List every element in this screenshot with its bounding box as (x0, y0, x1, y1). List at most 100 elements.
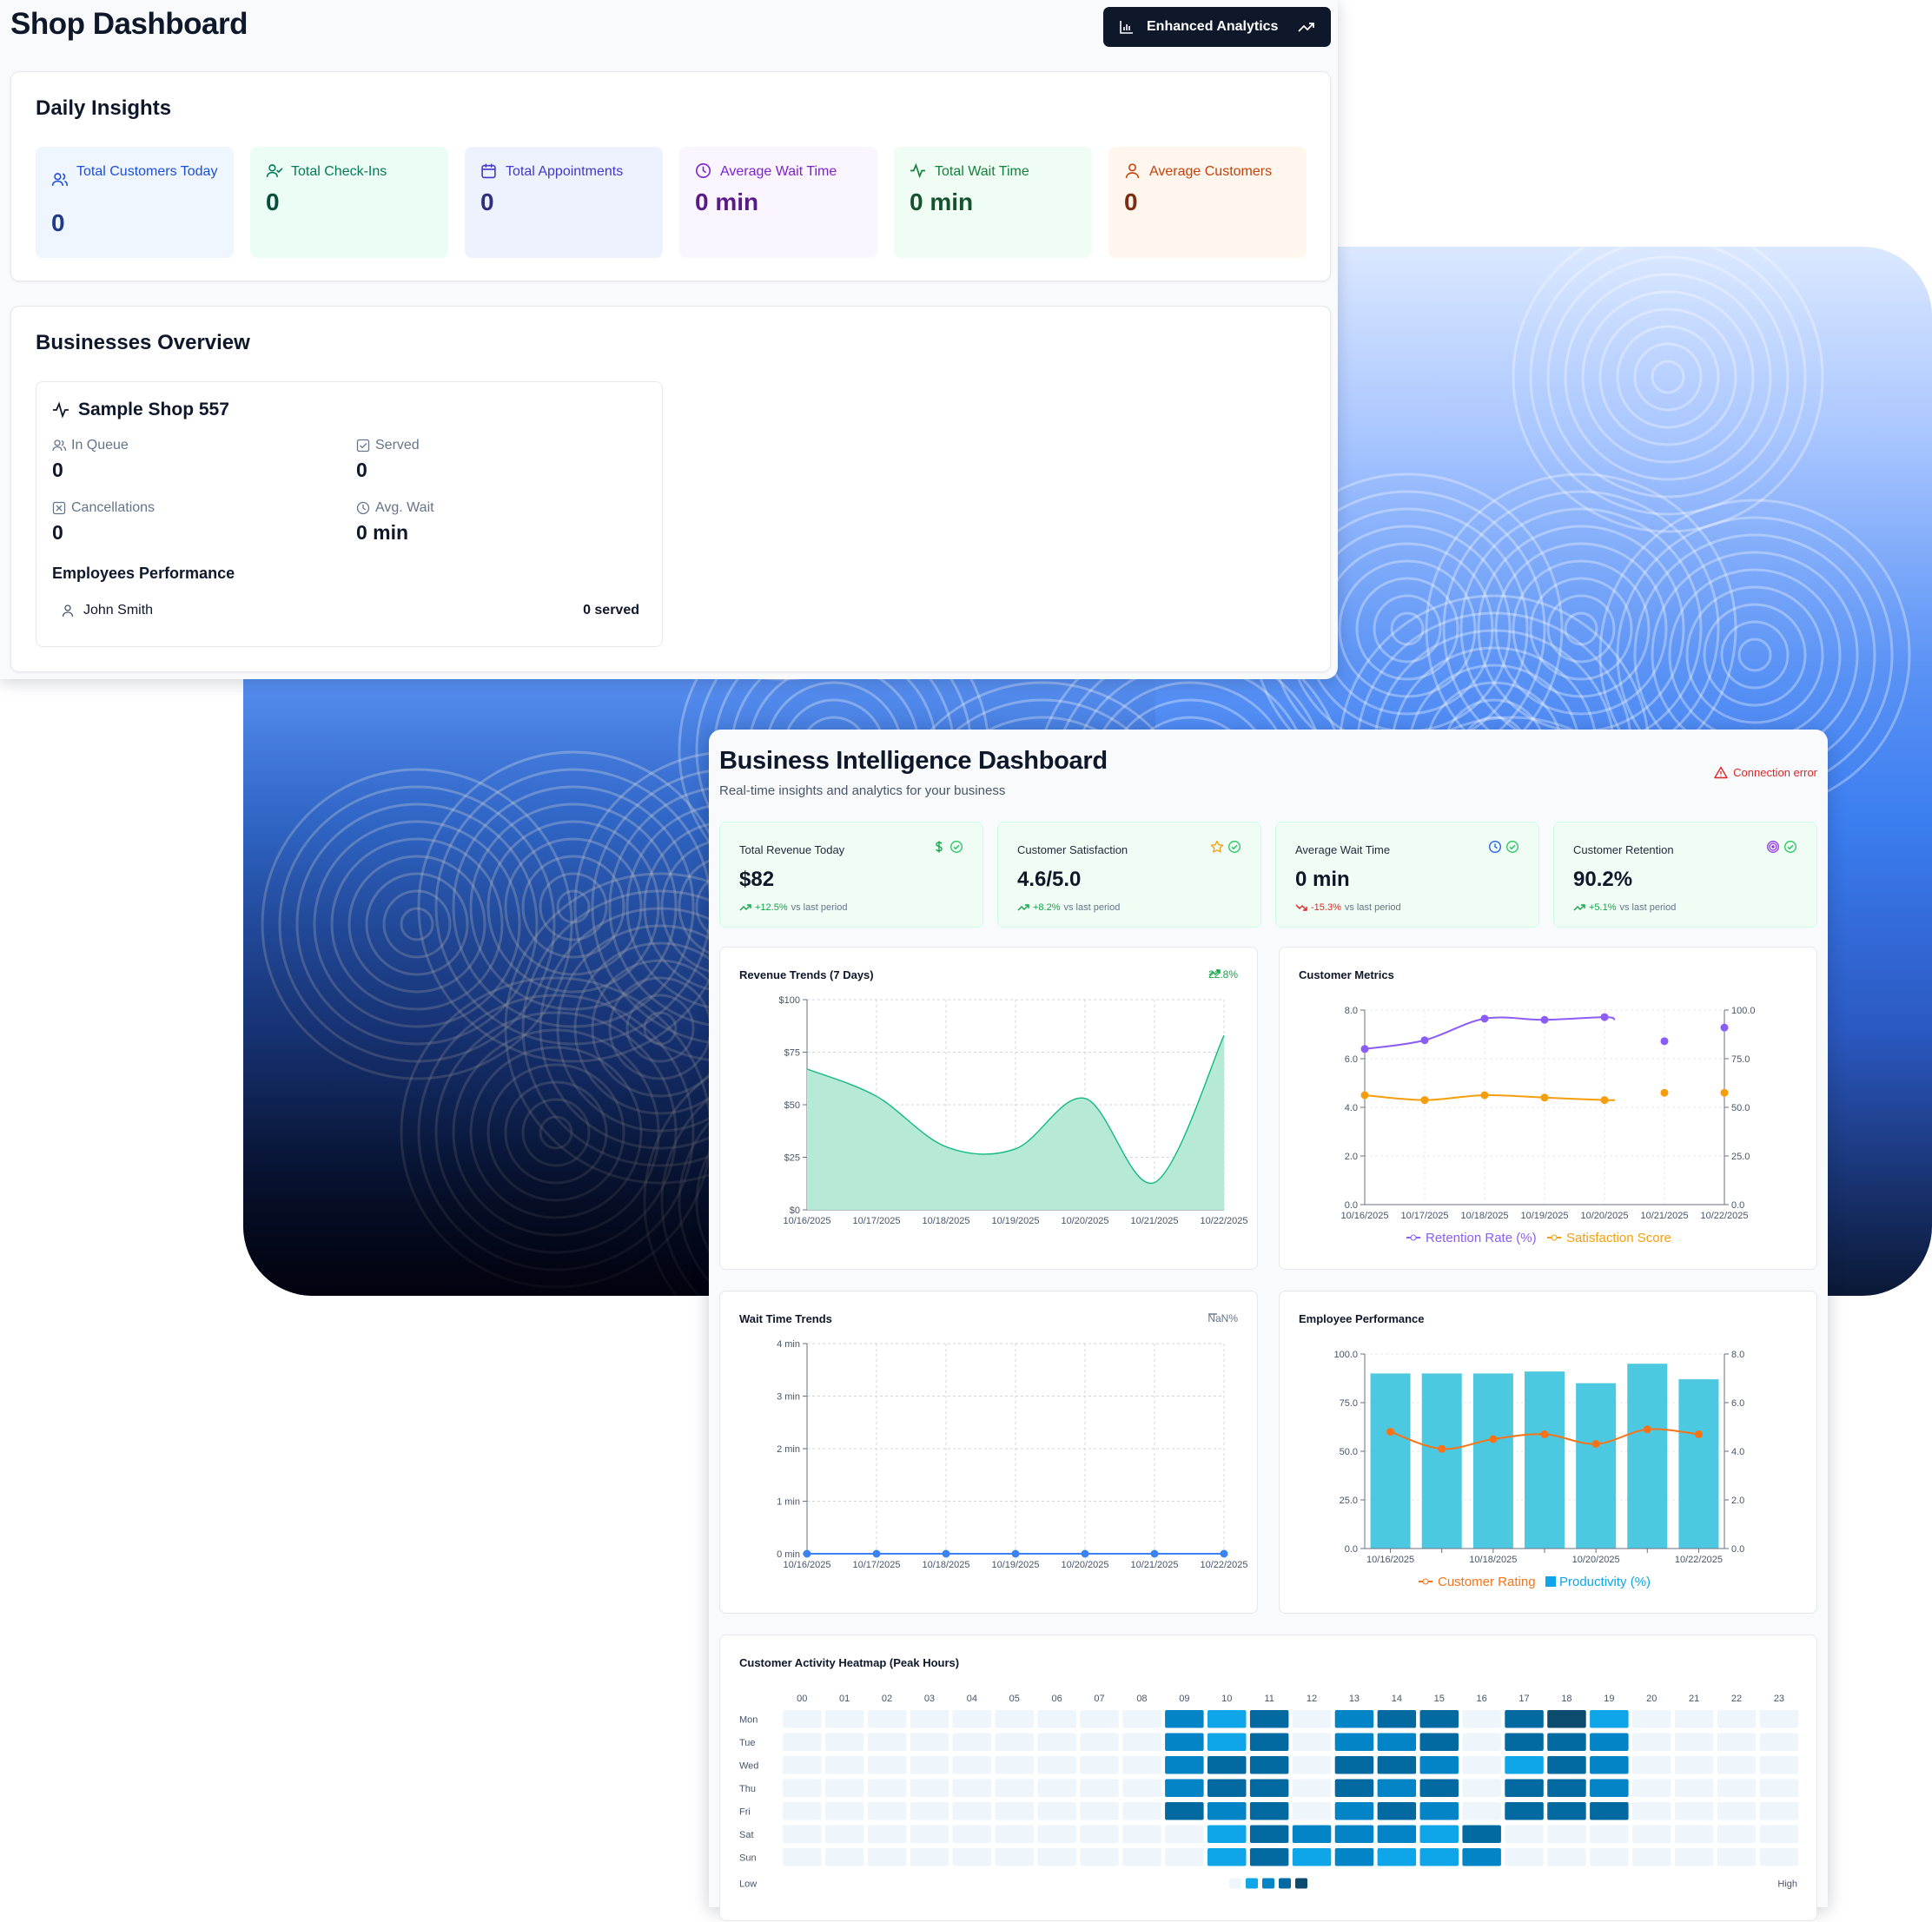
heatmap-cell (1122, 1802, 1161, 1820)
heatmap-column-label: 12 (1307, 1694, 1317, 1704)
heatmap-cell (867, 1756, 907, 1774)
heatmap-cell (1419, 1779, 1459, 1797)
employee-row: John Smith (61, 603, 153, 618)
stat-card-header: Total Customers Today (51, 162, 218, 188)
heatmap-cell (1122, 1710, 1161, 1728)
heatmap-cell (1377, 1825, 1417, 1843)
heatmap-cell (1377, 1733, 1417, 1751)
productivity-bar (1576, 1383, 1617, 1549)
kpi-icons (1766, 840, 1797, 854)
series-point (1720, 1088, 1729, 1097)
trending-up-icon (739, 904, 751, 911)
shop-card[interactable]: Sample Shop 557 In Queue 0 Served 0 Canc… (36, 381, 663, 647)
heatmap-cell (1462, 1779, 1501, 1797)
y-left-tick-label: 4.0 (1345, 1103, 1358, 1113)
avg-wait-text: Avg. Wait (375, 500, 434, 515)
legend: Customer Rating Productivity (%) (1419, 1575, 1651, 1589)
wait-point (1011, 1549, 1020, 1558)
heatmap-cell (1759, 1710, 1799, 1728)
series-point (1540, 1093, 1549, 1102)
heatmap-column-label: 16 (1477, 1694, 1487, 1704)
series-point (1360, 1045, 1369, 1053)
heatmap-cell (783, 1733, 822, 1751)
x-tick-label: 10/20/2025 (1580, 1211, 1628, 1221)
x-tick-label: 10/18/2025 (1460, 1211, 1508, 1221)
stat-card-header: Average Customers (1124, 162, 1291, 182)
heatmap-column-label: 09 (1179, 1694, 1189, 1704)
heatmap-cell (952, 1848, 992, 1866)
wait-point (1220, 1549, 1228, 1558)
heatmap-cell (952, 1733, 992, 1751)
heatmap-cell (910, 1825, 949, 1843)
heatmap-cell (1165, 1802, 1204, 1820)
wait-point (942, 1549, 950, 1558)
rating-point (1643, 1425, 1651, 1434)
x-tick-label: 10/17/2025 (852, 1216, 900, 1226)
heatmap-cell (1334, 1802, 1374, 1820)
heatmap-high-label: High (1777, 1879, 1797, 1890)
trending-up-icon (1573, 904, 1585, 911)
kpi-change-suffix: vs last period (1619, 902, 1677, 913)
cancellations-label: Cancellations (52, 500, 155, 516)
enhanced-analytics-button[interactable]: Enhanced Analytics (1103, 7, 1331, 47)
heatmap-cell (1334, 1848, 1374, 1866)
heatmap-cell (995, 1733, 1034, 1751)
heatmap-cell (783, 1779, 822, 1797)
heatmap-cell (1080, 1825, 1119, 1843)
heatmap-cell (867, 1710, 907, 1728)
heatmap-cell (1208, 1733, 1247, 1751)
heatmap-cell (1632, 1848, 1671, 1866)
heatmap-cell (1419, 1756, 1459, 1774)
heatmap-cell (1717, 1756, 1757, 1774)
heatmap-cell (1334, 1733, 1374, 1751)
served-value: 0 (356, 459, 367, 481)
heatmap-column-label: 11 (1264, 1694, 1274, 1704)
y-left-tick-label: 0.0 (1345, 1200, 1358, 1211)
stat-card-0: Total Customers Today 0 (36, 147, 234, 258)
heatmap-cell (1505, 1825, 1544, 1843)
heatmap-cell (1462, 1710, 1501, 1728)
heatmap-scale-swatch (1279, 1878, 1291, 1889)
y-right-tick-label: 75.0 (1731, 1054, 1750, 1065)
series-point (1480, 1091, 1489, 1100)
heatmap-cell (1122, 1779, 1161, 1797)
heatmap-cell (1419, 1733, 1459, 1751)
stat-label: Average Wait Time (720, 164, 837, 179)
heatmap-cell (1590, 1825, 1629, 1843)
heatmap-cell (1292, 1733, 1332, 1751)
stat-value: 0 (1124, 188, 1138, 215)
rating-point (1591, 1440, 1600, 1449)
heatmap-cell (1419, 1710, 1459, 1728)
heatmap-row-label: Mon (739, 1714, 758, 1725)
heatmap-cell (1505, 1848, 1544, 1866)
heatmap-cell (1334, 1779, 1374, 1797)
ripple-ring (1442, 490, 1720, 768)
series-point (1600, 1013, 1609, 1021)
heatmap-column-label: 18 (1561, 1694, 1571, 1704)
series-point (1660, 1037, 1669, 1046)
ripple-ring (1512, 247, 1824, 533)
heatmap-cell (1122, 1756, 1161, 1774)
dollar-icon (936, 841, 943, 853)
stat-card-header: Total Check-Ins (266, 162, 433, 182)
heatmap-column-label: 22 (1731, 1694, 1742, 1704)
heatmap-cell (1249, 1779, 1289, 1797)
heatmap-row-label: Tue (739, 1738, 756, 1748)
heatmap-cell (1674, 1710, 1714, 1728)
stat-card-1: Total Check-Ins 0 (250, 147, 448, 258)
page-title: Shop Dashboard (10, 7, 248, 41)
ripple-ring (400, 907, 434, 941)
stat-value: 0 (480, 188, 494, 215)
heatmap-cell (995, 1825, 1034, 1843)
stat-value: 0 min (910, 188, 974, 215)
kpi-title: Average Wait Time (1295, 843, 1391, 856)
heatmap-cell (824, 1733, 864, 1751)
heatmap-cell (1208, 1802, 1247, 1820)
heatmap-cell (1165, 1825, 1204, 1843)
stat-card-header: Average Wait Time (695, 162, 862, 182)
stat-label: Total Check-Ins (291, 164, 387, 179)
kpi-card-3: Customer Retention 90.2% +5.1% vs last pe… (1553, 822, 1817, 928)
y-right-tick-label: 0.0 (1731, 1544, 1744, 1555)
stat-value: 0 (51, 209, 65, 236)
heatmap-cell (1037, 1710, 1076, 1728)
